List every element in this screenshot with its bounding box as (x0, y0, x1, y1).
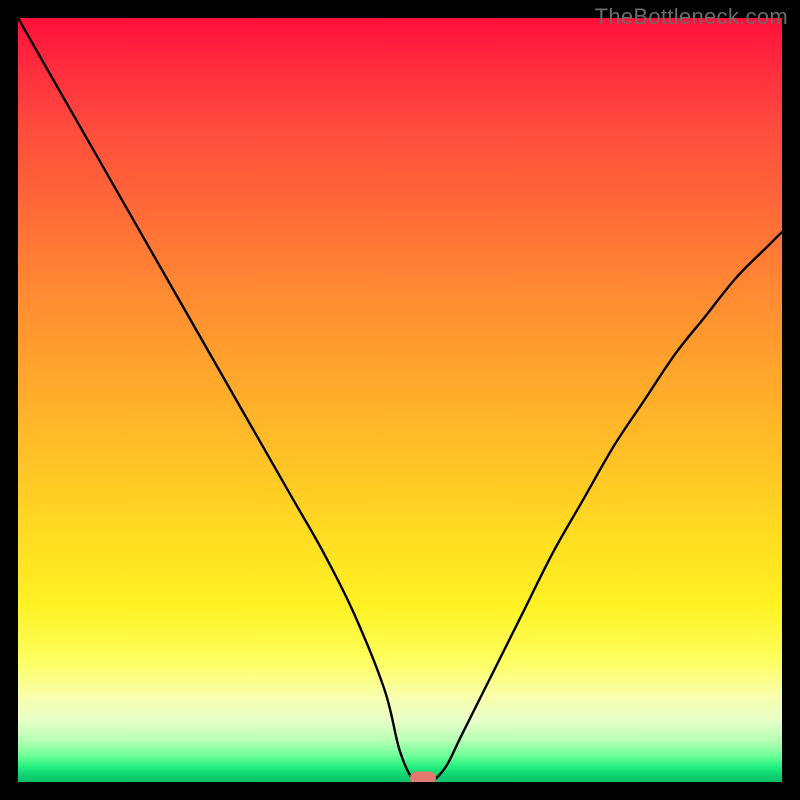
chart-frame: TheBottleneck.com (0, 0, 800, 800)
watermark-text: TheBottleneck.com (595, 4, 788, 30)
sweet-spot-marker (410, 772, 436, 783)
bottleneck-curve (18, 18, 782, 782)
plot-area (18, 18, 782, 782)
